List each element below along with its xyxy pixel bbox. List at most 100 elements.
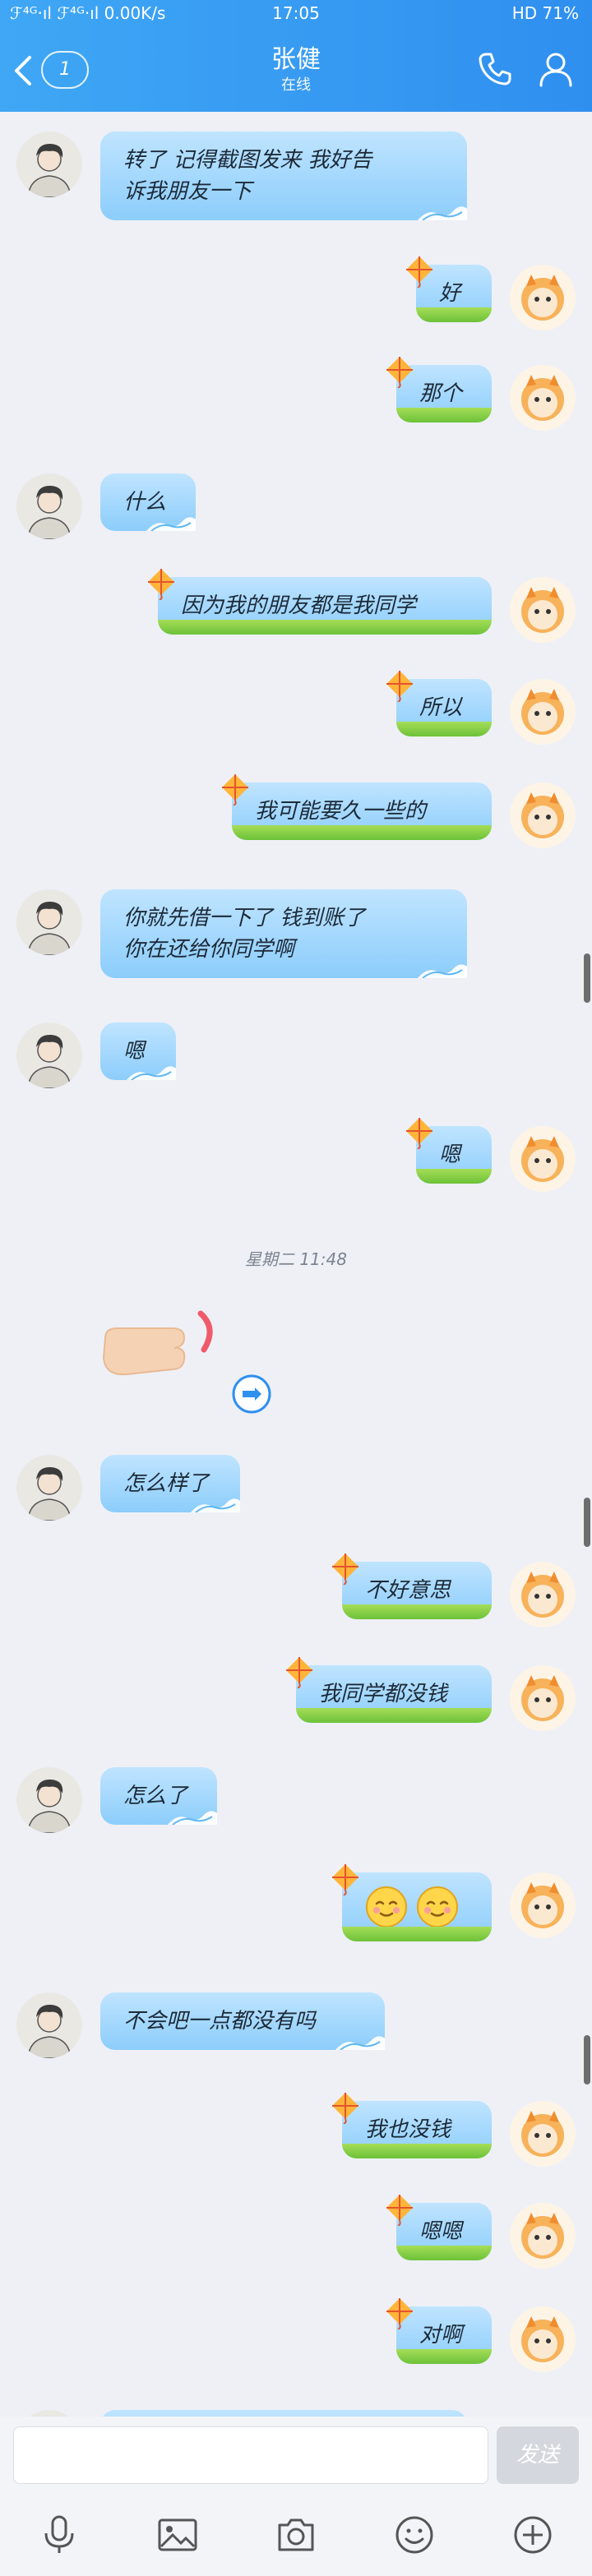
message-text: 所以 bbox=[419, 695, 463, 720]
message-text: 你在还给你同学啊 bbox=[123, 937, 295, 962]
my-avatar[interactable] bbox=[510, 577, 576, 643]
kite-decoration-icon bbox=[332, 2093, 358, 2124]
grass-decoration bbox=[342, 2144, 492, 2158]
kite-decoration-icon bbox=[406, 256, 432, 288]
message-bubble[interactable]: 转了 记得截图发来 我好告 诉我朋友一下 bbox=[100, 132, 467, 220]
input-toolbar bbox=[0, 2514, 592, 2571]
wave-decoration-icon bbox=[191, 1498, 240, 1512]
kite-decoration-icon bbox=[332, 1864, 358, 1895]
kite-decoration-icon bbox=[386, 2195, 413, 2226]
scrollbar-thumb[interactable] bbox=[584, 2035, 590, 2084]
contact-avatar[interactable] bbox=[16, 473, 82, 539]
grass-decoration bbox=[342, 1604, 492, 1619]
my-avatar[interactable] bbox=[510, 1665, 576, 1731]
kite-decoration-icon bbox=[406, 1118, 432, 1149]
contact-avatar[interactable] bbox=[16, 1767, 82, 1833]
message-input[interactable] bbox=[13, 2426, 488, 2484]
message-bubble[interactable]: 我可能要久一些的 bbox=[222, 774, 492, 840]
message-bubble[interactable]: 怎么样了 bbox=[100, 1455, 240, 1512]
grass-decoration bbox=[416, 1169, 492, 1184]
grass-decoration bbox=[396, 408, 492, 422]
smiling-face-emoji bbox=[417, 1886, 458, 1927]
message-bubble[interactable]: 因为我的朋友都是我同学 bbox=[148, 569, 492, 635]
grass-decoration bbox=[416, 307, 492, 322]
my-avatar[interactable] bbox=[510, 2203, 576, 2269]
wave-decoration-icon bbox=[127, 1066, 176, 1080]
scrollbar-thumb[interactable] bbox=[584, 953, 590, 1003]
my-avatar[interactable] bbox=[510, 1872, 576, 1938]
message-bubble[interactable] bbox=[332, 1864, 492, 1941]
scrollbar-thumb[interactable] bbox=[584, 1498, 590, 1547]
kite-decoration-icon bbox=[386, 2298, 413, 2329]
grass-decoration bbox=[342, 1927, 492, 1941]
wave-decoration-icon bbox=[418, 206, 467, 220]
kite-decoration-icon bbox=[148, 569, 174, 600]
my-avatar[interactable] bbox=[510, 265, 576, 330]
kite-decoration-icon bbox=[386, 357, 413, 388]
wave-decoration-icon bbox=[418, 964, 467, 978]
my-avatar[interactable] bbox=[510, 679, 576, 745]
contact-avatar[interactable] bbox=[16, 1455, 82, 1521]
message-bubble[interactable]: 怎么了 bbox=[100, 1767, 217, 1825]
message-text: 我可能要久一些的 bbox=[255, 799, 427, 824]
my-avatar[interactable] bbox=[510, 2101, 576, 2167]
contact-avatar[interactable] bbox=[16, 889, 82, 955]
time-separator: 星期二 11:48 bbox=[245, 1249, 347, 1269]
message-bubble[interactable]: 什么 bbox=[100, 473, 196, 531]
battery-indicator: HD 71% bbox=[511, 3, 579, 23]
message-text: 那个 bbox=[419, 381, 463, 406]
my-avatar[interactable] bbox=[510, 2306, 576, 2372]
message-bubble[interactable]: 所以 bbox=[386, 671, 492, 736]
emoji-icon[interactable] bbox=[393, 2514, 436, 2556]
clock: 17:05 bbox=[272, 3, 320, 23]
my-avatar[interactable] bbox=[510, 782, 576, 848]
camera-icon[interactable] bbox=[275, 2514, 317, 2556]
message-text: 对啊 bbox=[419, 2323, 463, 2347]
message-text: 不好意思 bbox=[365, 1578, 451, 1603]
message-text: 我同学都没钱 bbox=[319, 1682, 448, 1706]
status-bar: ℱ⁴ᴳ·ıl ℱ⁴ᴳ·ıl 0.00K/s 17:05 HD 71% bbox=[0, 0, 592, 28]
message-bubble[interactable]: 嗯 bbox=[406, 1118, 492, 1184]
grass-decoration bbox=[158, 620, 492, 635]
sticker-play-icon[interactable] bbox=[230, 1373, 273, 1415]
chat-header: ℱ⁴ᴳ·ıl ℱ⁴ᴳ·ıl 0.00K/s 17:05 HD 71% 1 张健 … bbox=[0, 0, 592, 112]
pointing-hand-sticker[interactable] bbox=[94, 1307, 234, 1389]
message-text: 诉我朋友一下 bbox=[123, 179, 252, 204]
my-avatar[interactable] bbox=[510, 1562, 576, 1627]
image-icon[interactable] bbox=[156, 2514, 199, 2556]
input-area: 发送 bbox=[0, 2417, 592, 2576]
kite-decoration-icon bbox=[332, 1553, 358, 1585]
contact-avatar[interactable] bbox=[16, 132, 82, 197]
message-text: 我也没钱 bbox=[365, 2117, 451, 2142]
message-bubble[interactable]: 我也没钱 bbox=[332, 2093, 492, 2158]
wave-decoration-icon bbox=[168, 1811, 217, 1825]
mic-icon[interactable] bbox=[38, 2514, 81, 2556]
message-text: 你就先借一下了 钱到账了 bbox=[123, 906, 366, 930]
profile-icon[interactable] bbox=[536, 49, 576, 89]
kite-decoration-icon bbox=[386, 671, 413, 702]
kite-decoration-icon bbox=[286, 1657, 312, 1688]
message-bubble[interactable]: 那个 bbox=[386, 357, 492, 422]
message-text: 嗯 bbox=[439, 1143, 461, 1167]
message-text: 好 bbox=[439, 281, 461, 306]
message-bubble[interactable]: 嗯嗯 bbox=[386, 2195, 492, 2260]
send-button[interactable]: 发送 bbox=[497, 2426, 579, 2484]
phone-icon[interactable] bbox=[475, 49, 515, 89]
message-bubble[interactable]: 你就先借一下了 钱到账了 你在还给你同学啊 bbox=[100, 889, 467, 978]
wave-decoration-icon bbox=[335, 2036, 385, 2050]
contact-avatar[interactable] bbox=[16, 1992, 82, 2058]
plus-icon[interactable] bbox=[511, 2514, 554, 2556]
contact-avatar[interactable] bbox=[16, 1023, 82, 1088]
message-bubble[interactable]: 嗯 bbox=[100, 1023, 176, 1080]
my-avatar[interactable] bbox=[510, 365, 576, 431]
message-bubble[interactable]: 不会吧一点都没有吗 bbox=[100, 1992, 385, 2050]
wave-decoration-icon bbox=[146, 517, 196, 531]
message-bubble[interactable]: 我同学都没钱 bbox=[286, 1657, 492, 1723]
grass-decoration bbox=[396, 2349, 492, 2364]
my-avatar[interactable] bbox=[510, 1126, 576, 1192]
grass-decoration bbox=[296, 1708, 492, 1723]
message-text: 嗯嗯 bbox=[419, 2219, 463, 2244]
message-bubble[interactable]: 不好意思 bbox=[332, 1553, 492, 1619]
message-bubble[interactable]: 好 bbox=[406, 256, 492, 322]
message-bubble[interactable]: 对啊 bbox=[386, 2298, 492, 2364]
